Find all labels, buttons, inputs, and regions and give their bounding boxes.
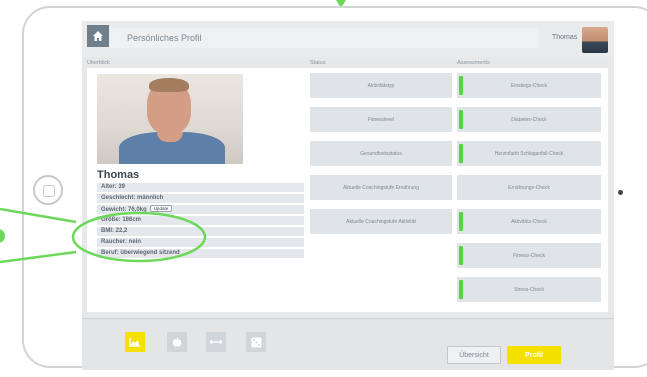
detail-weight: Gewicht: 76,0kg bbox=[101, 207, 147, 213]
assessment-diabetes[interactable]: Diabetes-Check bbox=[457, 107, 601, 132]
completed-marker bbox=[459, 212, 463, 231]
apple-icon[interactable] bbox=[167, 332, 187, 352]
status-health[interactable]: Gesundheitsstatus bbox=[310, 141, 452, 166]
tablet-home-button[interactable] bbox=[33, 175, 63, 205]
assessments-heading: Assessments bbox=[457, 60, 490, 66]
assessment-stress[interactable]: Stress-Check bbox=[457, 277, 601, 302]
detail-gender: Geschlecht: männlich bbox=[97, 194, 304, 203]
bottom-bar: Übersicht Profil bbox=[82, 318, 614, 370]
status-fitness-level[interactable]: Fitnesslevel bbox=[310, 107, 452, 132]
chart-icon[interactable] bbox=[125, 332, 145, 352]
detail-height: Größe: 186cm bbox=[97, 216, 304, 225]
completed-marker bbox=[459, 246, 463, 265]
app-screen: Persönliches Profil Thomas Überblick Sta… bbox=[82, 21, 614, 370]
column-headers: Überblick Status Assessments bbox=[82, 58, 614, 68]
status-activity-type[interactable]: Aktivitätstyp bbox=[310, 73, 452, 98]
assessment-label: Stress-Check bbox=[513, 286, 544, 293]
overview-heading: Überblick bbox=[87, 60, 110, 66]
overview-tab[interactable]: Übersicht bbox=[447, 346, 501, 364]
assessment-label: Einstiegs-Check bbox=[510, 82, 548, 89]
assessment-activity[interactable]: Aktivitäts-Check bbox=[457, 209, 601, 234]
assessment-label: Herzinfarkt Schlaganfall-Check bbox=[494, 150, 564, 157]
completed-marker bbox=[459, 110, 463, 129]
detail-job: Beruf: überwiegend sitzend bbox=[97, 249, 304, 258]
ruler-icon[interactable] bbox=[206, 332, 226, 352]
completed-marker bbox=[459, 144, 463, 163]
assessment-heart[interactable]: Herzinfarkt Schlaganfall-Check bbox=[457, 141, 601, 166]
assessment-nutrition[interactable]: Ernährungs-Check bbox=[457, 175, 601, 200]
assessment-entry[interactable]: Einstiegs-Check bbox=[457, 73, 601, 98]
assessment-label: Ernährungs-Check bbox=[508, 184, 550, 191]
completed-marker bbox=[459, 76, 463, 95]
profile-name: Thomas bbox=[97, 169, 140, 181]
detail-smoker: Raucher: nein bbox=[97, 238, 304, 247]
status-coaching-nutrition[interactable]: Aktuelle Coachingstufe Ernährung bbox=[310, 175, 452, 200]
content-panel: Thomas Alter: 39 Geschlecht: männlich Ge… bbox=[87, 68, 608, 312]
detail-age: Alter: 39 bbox=[97, 183, 304, 192]
detail-bmi: BMI: 22,2 bbox=[97, 227, 304, 236]
status-coaching-activity[interactable]: Aktuelle Coachingstufe Aktivität bbox=[310, 209, 452, 234]
stage: Persönliches Profil Thomas Überblick Sta… bbox=[0, 0, 647, 377]
profile-photo bbox=[97, 74, 243, 164]
completed-marker bbox=[459, 280, 463, 299]
user-name: Thomas bbox=[552, 34, 578, 41]
dice-icon[interactable] bbox=[246, 332, 266, 352]
profile-tab[interactable]: Profil bbox=[507, 346, 561, 364]
status-heading: Status bbox=[310, 60, 326, 66]
tablet-camera bbox=[618, 190, 623, 195]
home-icon[interactable] bbox=[87, 25, 109, 47]
top-bar: Persönliches Profil Thomas bbox=[82, 21, 614, 57]
annotation-dot bbox=[0, 229, 5, 243]
assessment-label: Diabetes-Check bbox=[511, 116, 547, 123]
assessment-fitness[interactable]: Fitness-Check bbox=[457, 243, 601, 268]
update-weight-button[interactable]: Update bbox=[149, 205, 173, 212]
assessment-label: Fitness-Check bbox=[513, 252, 545, 259]
assessment-label: Aktivitäts-Check bbox=[511, 218, 547, 225]
avatar[interactable] bbox=[582, 27, 608, 53]
page-title: Persönliches Profil bbox=[109, 28, 539, 48]
detail-weight-row: Gewicht: 76,0kg Update bbox=[97, 205, 304, 214]
